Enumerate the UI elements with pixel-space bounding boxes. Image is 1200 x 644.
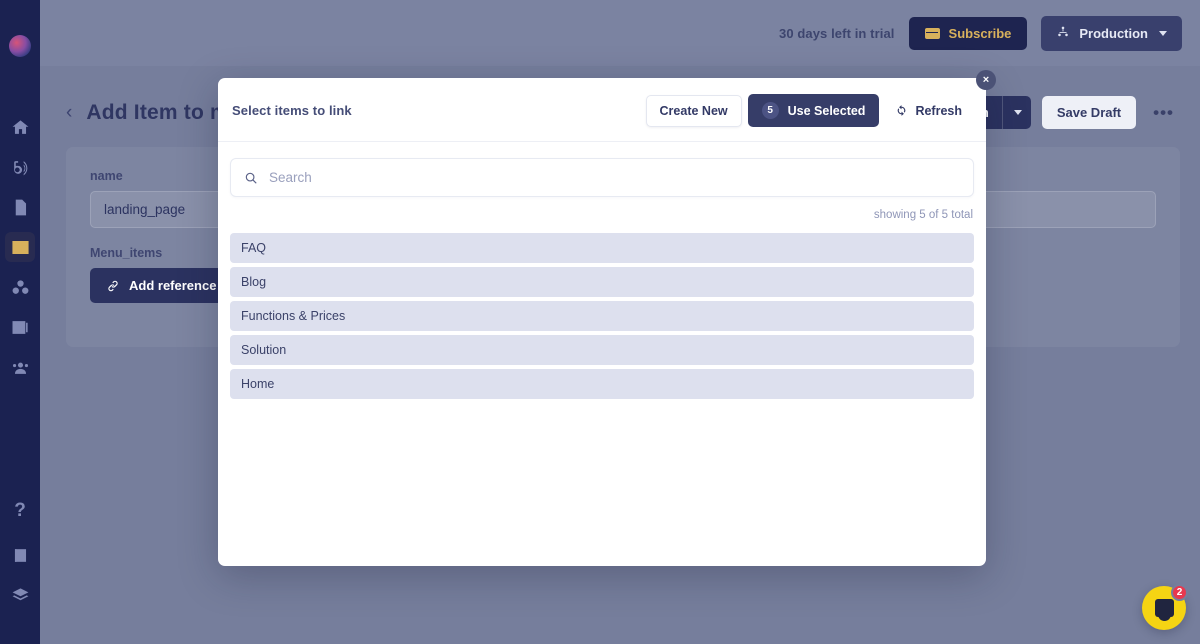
- users-icon: [11, 358, 30, 377]
- sidebar-item-broadcast[interactable]: [5, 152, 35, 182]
- selected-count-badge: 5: [761, 102, 779, 119]
- sidebar-bottom-group: ?: [5, 496, 35, 644]
- sidebar-item-objects[interactable]: [5, 272, 35, 302]
- sidebar-item-home[interactable]: [5, 112, 35, 142]
- refresh-icon: [895, 104, 908, 117]
- media-icon: [11, 318, 30, 337]
- document-icon: [11, 198, 30, 217]
- sidebar-item-media[interactable]: [5, 312, 35, 342]
- sidebar-item-users[interactable]: [5, 352, 35, 382]
- search-icon: [244, 171, 258, 185]
- modal-body: showing 5 of 5 total FAQ Blog Functions …: [218, 142, 986, 399]
- app-root: ? 30 days left in trial Subscribe Produc…: [0, 0, 1200, 644]
- chat-bubble-icon: [1154, 599, 1174, 621]
- top-bar: 30 days left in trial Subscribe Producti…: [40, 0, 1200, 66]
- broadcast-icon: [11, 158, 30, 177]
- environment-label: Production: [1079, 25, 1148, 41]
- help-icon[interactable]: ?: [5, 496, 35, 526]
- close-modal-button[interactable]: ×: [976, 70, 996, 90]
- create-new-button[interactable]: Create New: [645, 94, 742, 127]
- sidebar-item-documents[interactable]: [5, 192, 35, 222]
- more-options-button[interactable]: •••: [1147, 103, 1180, 123]
- book-icon: [11, 546, 30, 565]
- modal-header: Select items to link Create New 5 Use Se…: [218, 78, 986, 142]
- search-input[interactable]: [269, 170, 960, 185]
- result-count: showing 5 of 5 total: [873, 209, 973, 221]
- sidebar-item-docs[interactable]: [5, 540, 35, 570]
- save-draft-button[interactable]: Save Draft: [1041, 96, 1137, 129]
- list-item[interactable]: Functions & Prices: [230, 301, 974, 331]
- modal-title: Select items to link: [232, 103, 352, 118]
- credit-card-icon: [924, 27, 940, 39]
- use-selected-label: Use Selected: [787, 103, 866, 118]
- publish-dropdown-toggle[interactable]: [1001, 96, 1031, 129]
- environment-selector[interactable]: Production: [1041, 15, 1182, 51]
- chat-unread-badge: 2: [1171, 584, 1188, 601]
- linkable-items-list: FAQ Blog Functions & Prices Solution Hom…: [230, 233, 974, 399]
- cubes-icon: [11, 278, 30, 297]
- add-reference-label: Add reference: [129, 278, 217, 293]
- list-item[interactable]: Home: [230, 369, 974, 399]
- chevron-left-icon[interactable]: ‹: [66, 103, 72, 122]
- chat-widget-button[interactable]: 2: [1142, 584, 1188, 630]
- list-item[interactable]: Blog: [230, 267, 974, 297]
- chevron-down-icon: [1159, 30, 1167, 36]
- hierarchy-icon: [1056, 25, 1070, 42]
- sidebar-item-layers[interactable]: [5, 580, 35, 610]
- add-reference-button[interactable]: Add reference: [90, 268, 233, 303]
- list-item[interactable]: Solution: [230, 335, 974, 365]
- use-selected-button[interactable]: 5 Use Selected: [747, 94, 880, 127]
- subscribe-label: Subscribe: [948, 25, 1012, 41]
- link-items-modal: Select items to link Create New 5 Use Se…: [218, 78, 986, 566]
- search-bar[interactable]: [230, 158, 974, 197]
- sidebar-item-content-models[interactable]: [5, 232, 35, 262]
- list-item[interactable]: FAQ: [230, 233, 974, 263]
- modal-header-actions: Create New 5 Use Selected Refresh: [645, 94, 972, 127]
- avatar-logo[interactable]: [9, 35, 31, 57]
- trial-status: 30 days left in trial: [778, 25, 895, 41]
- chevron-down-icon: [1013, 110, 1022, 115]
- subscribe-button[interactable]: Subscribe: [908, 16, 1028, 50]
- table-icon: [11, 238, 30, 257]
- home-icon: [11, 118, 30, 137]
- link-icon: [106, 279, 120, 293]
- layers-icon: [11, 586, 30, 605]
- refresh-label: Refresh: [915, 103, 962, 118]
- left-sidebar: ?: [0, 0, 40, 644]
- refresh-button[interactable]: Refresh: [885, 96, 972, 126]
